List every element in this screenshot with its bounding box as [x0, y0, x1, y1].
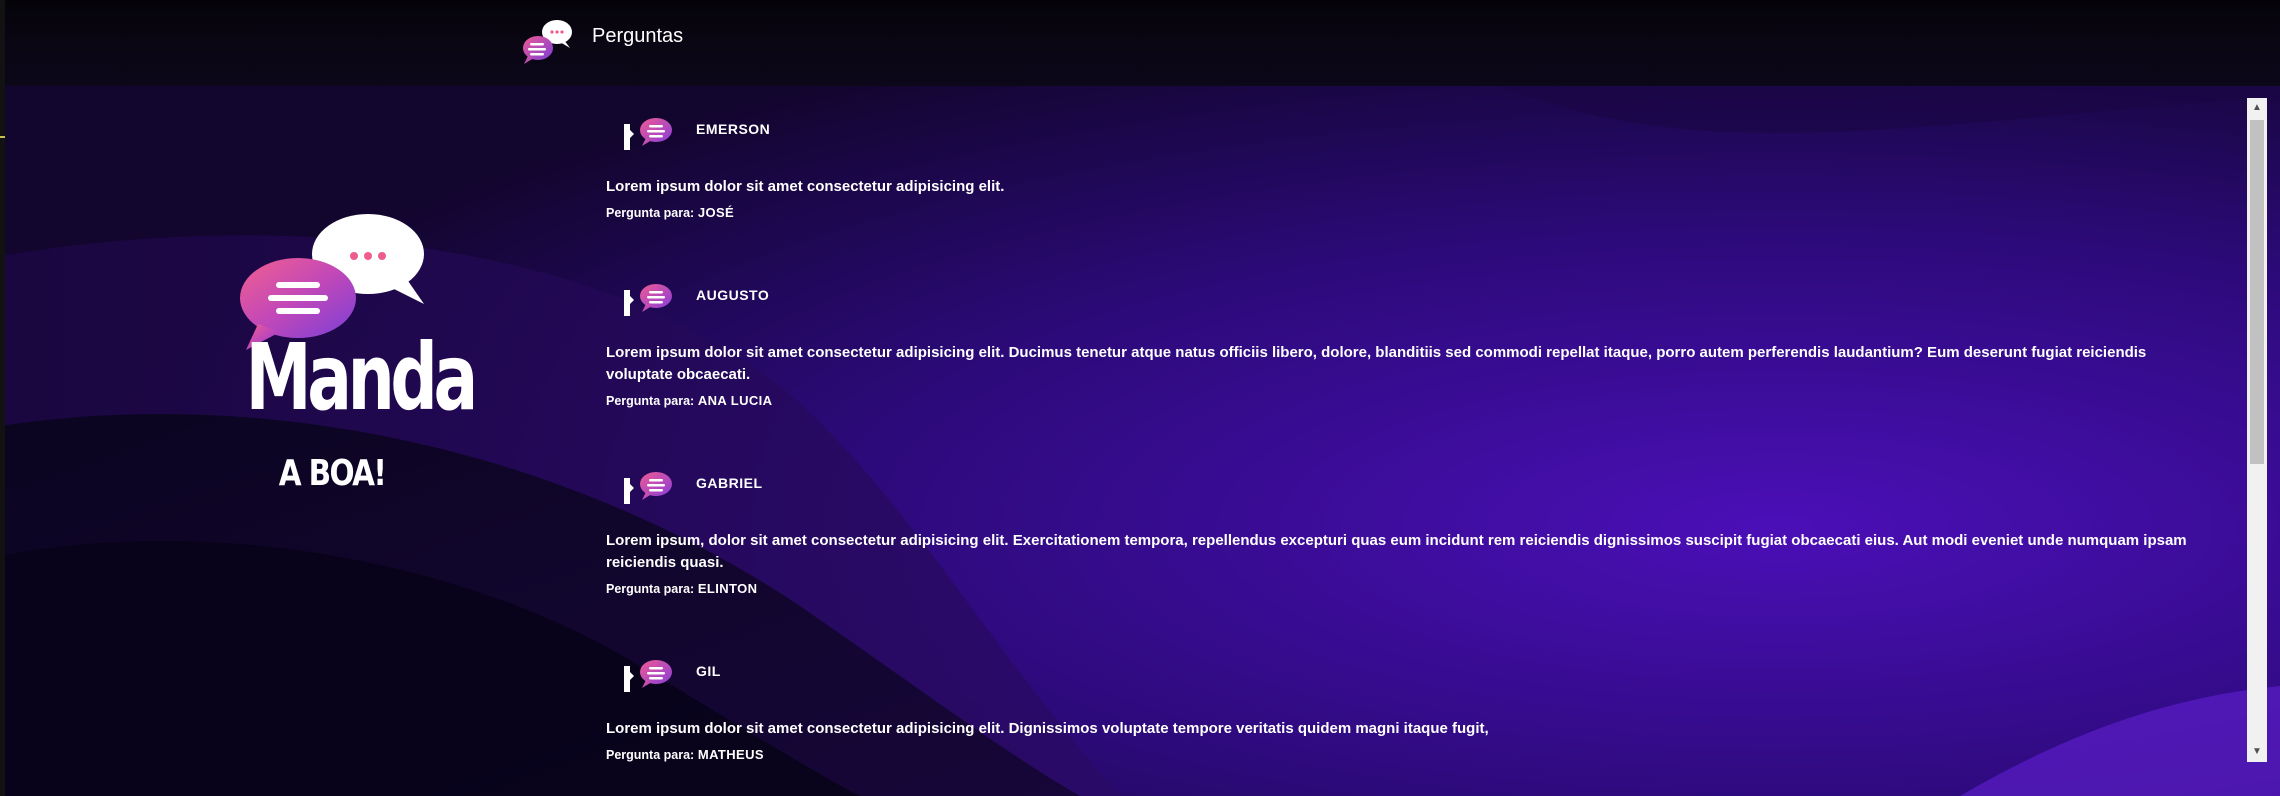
user-chat-avatar-icon — [624, 660, 672, 692]
questions-feed[interactable]: EMERSON Lorem ipsum dolor sit amet conse… — [600, 86, 2240, 786]
question-header: EMERSON — [606, 112, 2206, 162]
question-card: AUGUSTO Lorem ipsum dolor sit amet conse… — [606, 278, 2206, 410]
scroll-down-arrow-icon[interactable]: ▼ — [2247, 742, 2267, 762]
window-left-edge — [0, 0, 5, 796]
chat-bubbles-icon — [523, 20, 572, 64]
question-target: Pergunta para: ELINTON — [606, 580, 2206, 598]
question-target-name: ELINTON — [697, 581, 758, 596]
question-target-label: Pergunta para: — [606, 394, 695, 408]
question-text: Lorem ipsum dolor sit amet consectetur a… — [606, 720, 1489, 737]
question-author: EMERSON — [696, 121, 771, 137]
question-target-name: ANA LUCIA — [697, 393, 773, 408]
question-target: Pergunta para: ANA LUCIA — [606, 392, 2206, 410]
question-author: AUGUSTO — [696, 287, 770, 303]
question-target-label: Pergunta para: — [606, 582, 695, 596]
top-bar: Perguntas — [0, 0, 2280, 86]
question-author: GABRIEL — [696, 475, 763, 491]
user-chat-avatar-icon — [624, 118, 672, 150]
question-target-label: Pergunta para: — [606, 206, 695, 220]
user-chat-avatar-icon — [624, 472, 672, 504]
question-author: GIL — [696, 663, 721, 679]
question-card: EMERSON Lorem ipsum dolor sit amet conse… — [606, 112, 2206, 222]
brand-wordmark: Manda — [245, 324, 479, 431]
scrollbar-thumb[interactable] — [2250, 120, 2264, 464]
question-text: Lorem ipsum dolor sit amet consectetur a… — [606, 344, 2147, 383]
question-target-label: Pergunta para: — [606, 748, 695, 762]
question-target-name: JOSÉ — [697, 205, 735, 220]
question-target: Pergunta para: JOSÉ — [606, 204, 2206, 222]
question-text: Lorem ipsum dolor sit amet consectetur a… — [606, 178, 1005, 195]
user-chat-avatar-icon — [624, 284, 672, 316]
feed-scrollbar[interactable]: ▲ ▼ — [2247, 98, 2267, 762]
question-target-name: MATHEUS — [697, 747, 764, 762]
question-header: GIL — [606, 654, 2206, 704]
question-target: Pergunta para: MATHEUS — [606, 746, 2206, 764]
app-page: Perguntas Manda A BOA! EMERSON Lorem ips… — [0, 0, 2280, 796]
question-header: AUGUSTO — [606, 278, 2206, 328]
window-edge-marker — [0, 136, 5, 138]
question-header: GABRIEL — [606, 466, 2206, 516]
topbar-brand[interactable]: Perguntas — [520, 18, 683, 66]
scroll-up-arrow-icon[interactable]: ▲ — [2247, 98, 2267, 118]
page-title: Perguntas — [592, 25, 684, 47]
question-card: GABRIEL Lorem ipsum, dolor sit amet cons… — [606, 466, 2206, 598]
question-card: GIL Lorem ipsum dolor sit amet consectet… — [606, 654, 2206, 764]
brand-subtitle: A BOA! — [278, 453, 387, 494]
question-text: Lorem ipsum, dolor sit amet consectetur … — [606, 532, 2187, 571]
